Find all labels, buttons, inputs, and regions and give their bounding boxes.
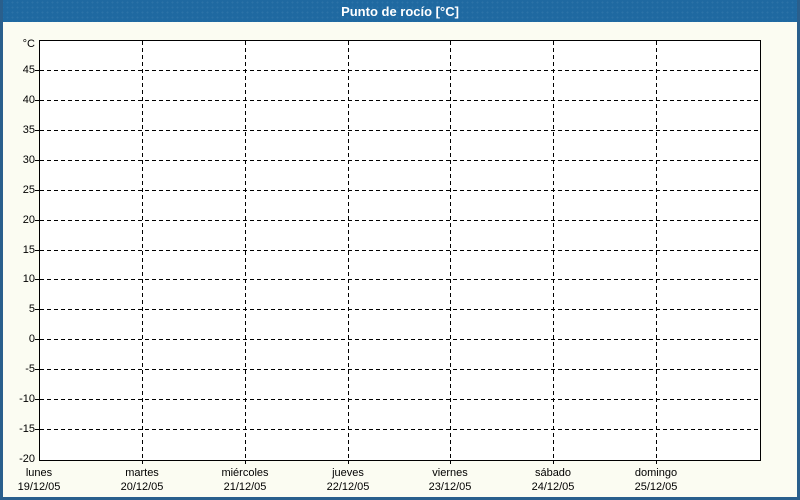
gridline-horizontal — [40, 220, 760, 221]
x-date-label: 21/12/05 — [223, 481, 267, 493]
gridline-horizontal — [40, 70, 760, 71]
gridline-horizontal — [40, 190, 760, 191]
gridline-horizontal — [40, 309, 760, 310]
y-axis-tick — [35, 70, 39, 71]
y-axis-tick — [35, 220, 39, 221]
x-axis-tick — [553, 460, 554, 464]
y-tick-label: 30 — [22, 154, 35, 166]
y-axis-tick — [35, 309, 39, 310]
x-axis-tick — [450, 460, 451, 464]
y-tick-label: 40 — [22, 94, 35, 106]
x-date-label: 23/12/05 — [428, 481, 472, 493]
y-axis-tick — [35, 279, 39, 280]
x-axis-tick — [245, 460, 246, 464]
y-tick-label: -15 — [19, 423, 35, 435]
x-date-label: 20/12/05 — [120, 481, 164, 493]
gridline-vertical — [553, 41, 554, 460]
y-axis-tick — [35, 190, 39, 191]
gridline-vertical — [450, 41, 451, 460]
x-day-label: domingo — [634, 467, 678, 479]
gridline-horizontal — [40, 369, 760, 370]
y-axis-tick — [35, 250, 39, 251]
y-tick-label: 35 — [22, 124, 35, 136]
y-tick-label: 45 — [22, 64, 35, 76]
gridline-horizontal — [40, 279, 760, 280]
y-tick-label: 5 — [28, 303, 35, 315]
y-tick-label: -10 — [19, 393, 35, 405]
y-axis-tick — [35, 339, 39, 340]
gridline-vertical — [245, 41, 246, 460]
gridline-horizontal — [40, 429, 760, 430]
x-day-label: miércoles — [221, 467, 269, 479]
gridline-horizontal — [40, 160, 760, 161]
y-axis-tick — [35, 399, 39, 400]
chart-title-bar: Punto de rocío [°C] — [0, 0, 800, 22]
chart-title: Punto de rocío [°C] — [341, 3, 459, 19]
y-tick-label: -20 — [19, 453, 35, 465]
gridline-vertical — [348, 41, 349, 460]
y-tick-label: 25 — [22, 184, 35, 196]
x-axis-tick — [656, 460, 657, 464]
y-tick-label: -5 — [25, 363, 35, 375]
gridline-horizontal — [40, 250, 760, 251]
x-axis-tick — [348, 460, 349, 464]
x-axis-tick — [142, 460, 143, 464]
x-date-label: 24/12/05 — [531, 481, 575, 493]
x-date-label: 25/12/05 — [634, 481, 678, 493]
gridline-vertical — [142, 41, 143, 460]
gridline-horizontal — [40, 130, 760, 131]
gridline-horizontal — [40, 339, 760, 340]
x-day-label: martes — [125, 467, 159, 479]
y-axis-tick — [35, 429, 39, 430]
y-tick-label: 20 — [22, 214, 35, 226]
gridline-horizontal — [40, 399, 760, 400]
y-axis-tick — [35, 130, 39, 131]
y-axis-tick — [35, 100, 39, 101]
y-axis-tick — [35, 160, 39, 161]
y-tick-label: 15 — [22, 244, 35, 256]
y-axis-tick — [35, 369, 39, 370]
gridline-vertical — [656, 41, 657, 460]
x-day-label: viernes — [432, 467, 468, 479]
y-tick-label: 0 — [28, 333, 35, 345]
y-axis-unit-label: °C — [22, 38, 35, 50]
x-day-label: sábado — [534, 467, 572, 479]
gridline-horizontal — [40, 100, 760, 101]
chart-window: Punto de rocío [°C] °C 45 40 35 30 25 20 15 10 5 0… — [0, 0, 800, 500]
y-tick-label: 10 — [22, 273, 35, 285]
